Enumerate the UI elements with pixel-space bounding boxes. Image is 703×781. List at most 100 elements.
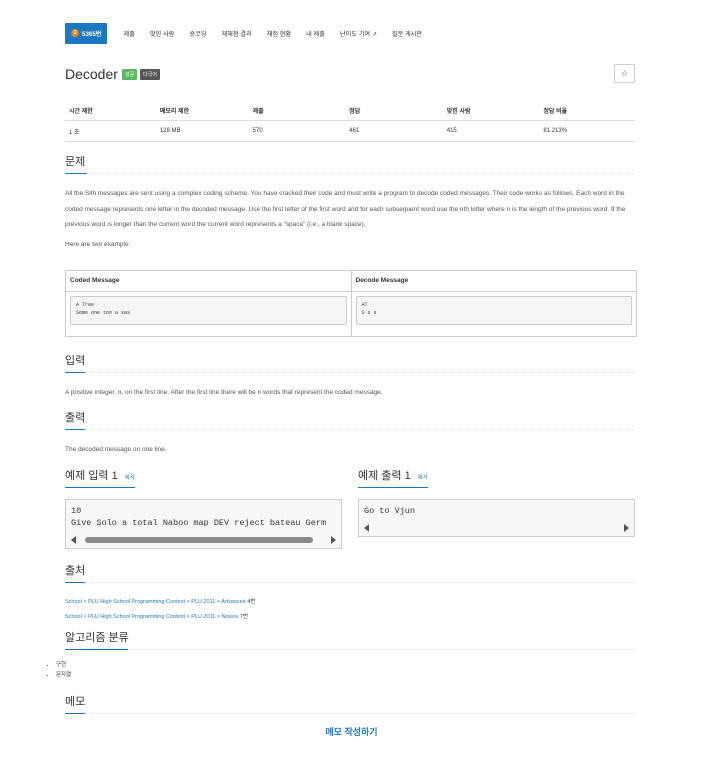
memo-section: 메모	[65, 693, 635, 714]
nav-status[interactable]: 채점 현황	[267, 29, 292, 38]
sample-input-section: 예제 입력 1 복사	[65, 467, 342, 488]
source-link-advanced[interactable]: School > PLU High School Programming Con…	[65, 599, 246, 605]
sample-output-heading-text: 예제 출력	[358, 470, 402, 482]
external-link-icon: ↗	[371, 31, 377, 38]
sample-input-heading: 예제 입력 1 복사	[65, 467, 342, 488]
copy-sample-output-button[interactable]: 복사	[418, 475, 428, 481]
page-title: Decoder	[65, 66, 118, 82]
info-submissions: 570	[252, 128, 263, 134]
problem-nav: 3 5365번 제출 맞힌 사람 숏코딩 재채점 결과 채점 현황 내 제출 난…	[65, 22, 422, 44]
multilang-label: 다국어	[140, 68, 160, 80]
example-table-body: A Tree Some one too a sas AT S o s	[66, 292, 636, 336]
info-ratio: 81.213%	[543, 128, 568, 134]
nav-rejudge-results[interactable]: 재채점 결과	[221, 29, 251, 38]
scroll-right-icon[interactable]	[331, 536, 336, 544]
memo-heading: 메모	[65, 693, 635, 714]
coded-message-pre: A Tree Some one too a sas	[70, 296, 347, 325]
sample-output-box[interactable]: Go to Vjun	[358, 499, 635, 537]
algorithm-tag[interactable]: 문자열	[56, 670, 71, 680]
decode-message-header: Decode Message	[355, 277, 409, 284]
example-table-header: Coded Message Decode Message	[66, 271, 636, 292]
info-header-row: 시간 제한 메모리 제한 제출 정답 맞힌 사람 정답 비율	[65, 100, 635, 121]
sample-output-number: 1	[404, 470, 411, 482]
problem-heading: 문제	[65, 153, 635, 174]
input-description: A positive integer, n, on the first line…	[65, 389, 383, 396]
example-table: Coded Message Decode Message A Tree Some…	[65, 270, 637, 337]
coded-message-cell: A Tree Some one too a sas	[66, 292, 352, 336]
problem-heading-text: 문제	[65, 156, 86, 168]
output-section: 출력 The decoded message on one line.	[65, 409, 635, 458]
decode-message-pre: AT S o s	[355, 296, 632, 325]
nav-question-board[interactable]: 질문 게시판	[392, 29, 422, 38]
source-line-1: School > PLU High School Programming Con…	[65, 595, 635, 610]
algorithm-list: 구현 문자열	[48, 660, 71, 680]
info-solvers: 415	[446, 128, 457, 134]
sample-input-code: 10 Give Solo a total Naboo map DEV rejec…	[71, 506, 327, 528]
scroll-left-icon[interactable]	[364, 524, 369, 532]
output-heading: 출력	[65, 409, 635, 430]
heading-underline	[65, 371, 85, 373]
success-label: 성공	[121, 68, 138, 80]
info-header-submissions: 제출	[252, 108, 264, 115]
sample-input-heading-text: 예제 입력	[65, 470, 109, 482]
nav-submit[interactable]: 제출	[123, 29, 134, 38]
info-header-solvers: 맞힌 사람	[446, 108, 471, 115]
source-line-2: School > PLU High School Programming Con…	[65, 610, 635, 625]
source-list: School > PLU High School Programming Con…	[65, 595, 635, 625]
sample-input-number: 1	[111, 470, 118, 482]
sample-output-heading: 예제 출력 1 복사	[358, 467, 635, 488]
input-section: 입력 A positive integer, n, on the first l…	[65, 352, 635, 401]
tier-badge-icon: 3	[71, 29, 79, 37]
output-description: The decoded message on one line.	[65, 446, 167, 453]
heading-underline	[65, 428, 85, 430]
sample-output-scrollbar[interactable]	[364, 523, 629, 533]
star-button[interactable]: ☆	[614, 64, 635, 83]
heading-underline	[65, 172, 87, 174]
info-header-time: 시간 제한	[69, 108, 93, 115]
source-suffix-novice: 7번	[238, 614, 249, 620]
sample-output-code: Go to Vjun	[364, 506, 416, 516]
algorithm-heading-text: 알고리즘 분류	[65, 632, 129, 644]
nav-difficulty-label: 난이도 기여	[339, 30, 371, 38]
source-heading: 출처	[65, 562, 635, 583]
heading-underline	[65, 486, 135, 488]
problem-example-intro: Here are two example:	[65, 240, 131, 248]
source-heading-text: 출처	[65, 565, 86, 577]
info-header-accepted: 정답	[349, 108, 361, 115]
copy-sample-input-button[interactable]: 복사	[125, 475, 135, 481]
heading-underline	[65, 648, 128, 650]
problem-info-table: 시간 제한 메모리 제한 제출 정답 맞힌 사람 정답 비율 1 초 128 M…	[65, 100, 635, 142]
nav-difficulty-contribution[interactable]: 난이도 기여 ↗	[340, 29, 377, 38]
sample-input-box[interactable]: 10 Give Solo a total Naboo map DEV rejec…	[65, 499, 342, 549]
problem-number: 5365번	[82, 30, 102, 38]
problem-number-tab[interactable]: 3 5365번	[65, 22, 108, 44]
algorithm-section: 알고리즘 분류	[65, 629, 635, 650]
scroll-left-icon[interactable]	[71, 536, 76, 544]
source-link-novice[interactable]: School > PLU High School Programming Con…	[65, 614, 238, 620]
info-accepted: 461	[349, 128, 360, 134]
scrollbar-thumb[interactable]	[85, 537, 313, 543]
info-value-row: 1 초 128 MB 570 461 415 81.213%	[65, 121, 635, 142]
write-memo-button[interactable]: 메모 작성하기	[0, 725, 703, 738]
heading-underline	[65, 712, 85, 714]
nav-solved-users[interactable]: 맞힌 사람	[150, 29, 175, 38]
problem-section: 문제 All the Sith messages are sent using …	[65, 153, 635, 252]
info-time: 1 초	[69, 129, 80, 136]
heading-underline	[358, 486, 428, 488]
output-heading-text: 출력	[65, 412, 86, 424]
sample-output-section: 예제 출력 1 복사	[358, 467, 635, 488]
nav-short-coding[interactable]: 숏코딩	[189, 29, 206, 38]
problem-description: All the Sith messages are sent using a c…	[65, 190, 626, 228]
info-header-ratio: 정답 비율	[543, 108, 568, 115]
source-suffix-advanced: 4번	[245, 599, 256, 605]
info-memory: 128 MB	[159, 128, 181, 134]
nav-my-submissions[interactable]: 내 제출	[306, 29, 325, 38]
scroll-right-icon[interactable]	[624, 524, 629, 532]
algorithm-heading: 알고리즘 분류	[65, 629, 635, 650]
sample-input-scrollbar[interactable]	[71, 535, 336, 545]
info-header-memory: 메모리 제한	[159, 108, 190, 115]
input-heading-text: 입력	[65, 355, 86, 367]
source-section: 출처 School > PLU High School Programming …	[65, 562, 635, 625]
algorithm-tag[interactable]: 구현	[56, 660, 71, 670]
decode-message-cell: AT S o s	[352, 292, 637, 336]
